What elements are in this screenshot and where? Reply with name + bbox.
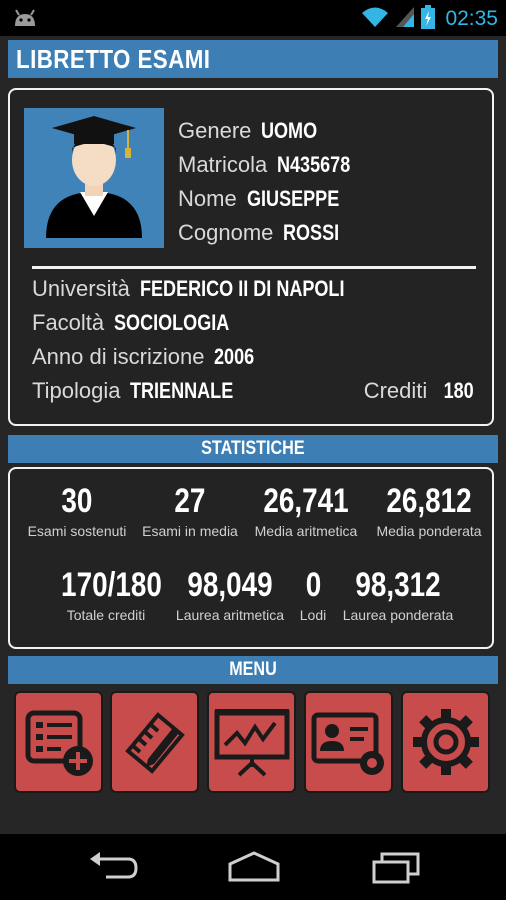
stat-label: Totale crediti bbox=[66, 607, 146, 623]
stat-value: 30 bbox=[61, 482, 93, 520]
add-exam-button[interactable] bbox=[14, 691, 103, 793]
back-arrow-icon bbox=[90, 852, 138, 879]
app-screen: LIBRETTO ESAMI Genere UOMO Matricola N43… bbox=[0, 36, 506, 834]
anno-label: Anno di iscrizione bbox=[32, 344, 205, 369]
universita-label: Università bbox=[32, 276, 130, 301]
signal-icon bbox=[395, 6, 415, 32]
tipologia-row: Tipologia TRIENNALE Crediti 180 bbox=[32, 378, 478, 412]
profile-settings-icon bbox=[311, 712, 384, 775]
profile-divider bbox=[32, 266, 476, 269]
stat-label: Laurea ponderata bbox=[342, 607, 454, 623]
stat-value: 26,812 bbox=[386, 482, 472, 520]
stat-value: 98,312 bbox=[355, 566, 441, 604]
title-bar: LIBRETTO ESAMI bbox=[8, 40, 498, 78]
android-notification-icon bbox=[12, 6, 38, 32]
stat-esami-in-media: 27 Esami in media bbox=[136, 481, 244, 539]
gear-icon bbox=[412, 709, 479, 775]
universita-value: FEDERICO II DI NAPOLI bbox=[139, 276, 345, 301]
stat-laurea-aritmetica: 98,049 Laurea aritmetica bbox=[168, 565, 292, 623]
recent-apps-button[interactable] bbox=[370, 850, 422, 888]
stat-totale-crediti: 170/180 Totale crediti bbox=[50, 565, 162, 623]
nome-value: GIUSEPPE bbox=[246, 186, 339, 211]
statistiche-title: STATISTICHE bbox=[201, 438, 305, 459]
stat-value: 170/180 bbox=[61, 566, 162, 604]
tipologia-label: Tipologia bbox=[32, 378, 121, 403]
stat-label: Lodi bbox=[299, 607, 327, 623]
notes-pencil-icon bbox=[124, 712, 185, 774]
chart-presentation-icon bbox=[214, 709, 289, 777]
menu-header: MENU bbox=[8, 656, 498, 684]
genere-label: Genere bbox=[178, 118, 252, 143]
stat-value: 26,741 bbox=[263, 482, 349, 520]
profile-settings-button[interactable] bbox=[304, 691, 393, 793]
add-exam-list-icon bbox=[25, 710, 93, 776]
stat-lodi: 0 Lodi bbox=[292, 565, 334, 623]
stat-value: 98,049 bbox=[187, 566, 273, 604]
status-bar: 02:35 bbox=[0, 0, 506, 36]
stat-label: Laurea aritmetica bbox=[175, 607, 285, 623]
matricola-row: Matricola N435678 bbox=[178, 152, 367, 186]
cognome-label: Cognome bbox=[178, 220, 274, 245]
stat-value: 0 bbox=[305, 566, 321, 604]
back-button[interactable] bbox=[86, 850, 140, 888]
navigation-bar bbox=[0, 834, 506, 900]
statistiche-header: STATISTICHE bbox=[8, 435, 498, 463]
nome-row: Nome GIUSEPPE bbox=[178, 186, 367, 220]
anno-value: 2006 bbox=[214, 344, 255, 369]
stat-label: Media ponderata bbox=[376, 523, 482, 539]
statistics-chart-button[interactable] bbox=[207, 691, 296, 793]
anno-row: Anno di iscrizione 2006 bbox=[32, 344, 478, 378]
clock: 02:35 bbox=[445, 7, 498, 30]
tipologia-value: TRIENNALE bbox=[130, 378, 234, 403]
crediti-value: 180 bbox=[443, 378, 474, 403]
menu-title: MENU bbox=[229, 659, 277, 680]
app-title: LIBRETTO ESAMI bbox=[16, 43, 211, 74]
matricola-label: Matricola bbox=[178, 152, 268, 177]
facolta-row: Facoltà SOCIOLOGIA bbox=[32, 310, 478, 344]
home-button[interactable] bbox=[226, 850, 282, 888]
matricola-value: N435678 bbox=[277, 152, 351, 177]
genere-value: UOMO bbox=[261, 118, 318, 143]
facolta-label: Facoltà bbox=[32, 310, 105, 335]
student-avatar bbox=[24, 108, 164, 248]
stats-panel: 30 Esami sostenuti 27 Esami in media 26,… bbox=[8, 467, 494, 649]
stat-label: Esami sostenuti bbox=[27, 523, 127, 539]
recent-apps-icon bbox=[372, 852, 420, 884]
crediti-label: Crediti bbox=[363, 378, 428, 403]
nome-label: Nome bbox=[178, 186, 237, 211]
stat-media-ponderata: 26,812 Media ponderata bbox=[368, 481, 490, 539]
stat-esami-sostenuti: 30 Esami sostenuti bbox=[16, 481, 138, 539]
notes-button[interactable] bbox=[110, 691, 199, 793]
stat-value: 27 bbox=[174, 482, 206, 520]
graduate-avatar-icon bbox=[46, 116, 142, 238]
genere-row: Genere UOMO bbox=[178, 118, 367, 152]
wifi-icon bbox=[361, 6, 389, 32]
battery-icon bbox=[421, 5, 436, 33]
stat-media-aritmetica: 26,741 Media aritmetica bbox=[246, 481, 366, 539]
settings-button[interactable] bbox=[401, 691, 490, 793]
crediti-group: Crediti 180 bbox=[364, 378, 474, 404]
universita-row: Università FEDERICO II DI NAPOLI bbox=[32, 276, 478, 310]
cognome-value: ROSSI bbox=[283, 220, 340, 245]
facolta-value: SOCIOLOGIA bbox=[114, 310, 230, 335]
home-icon bbox=[228, 851, 280, 882]
cognome-row: Cognome ROSSI bbox=[178, 220, 367, 254]
stat-label: Esami in media bbox=[142, 523, 238, 539]
stat-label: Media aritmetica bbox=[254, 523, 358, 539]
stat-laurea-ponderata: 98,312 Laurea ponderata bbox=[336, 565, 460, 623]
profile-panel: Genere UOMO Matricola N435678 Nome GIUSE… bbox=[8, 88, 494, 426]
